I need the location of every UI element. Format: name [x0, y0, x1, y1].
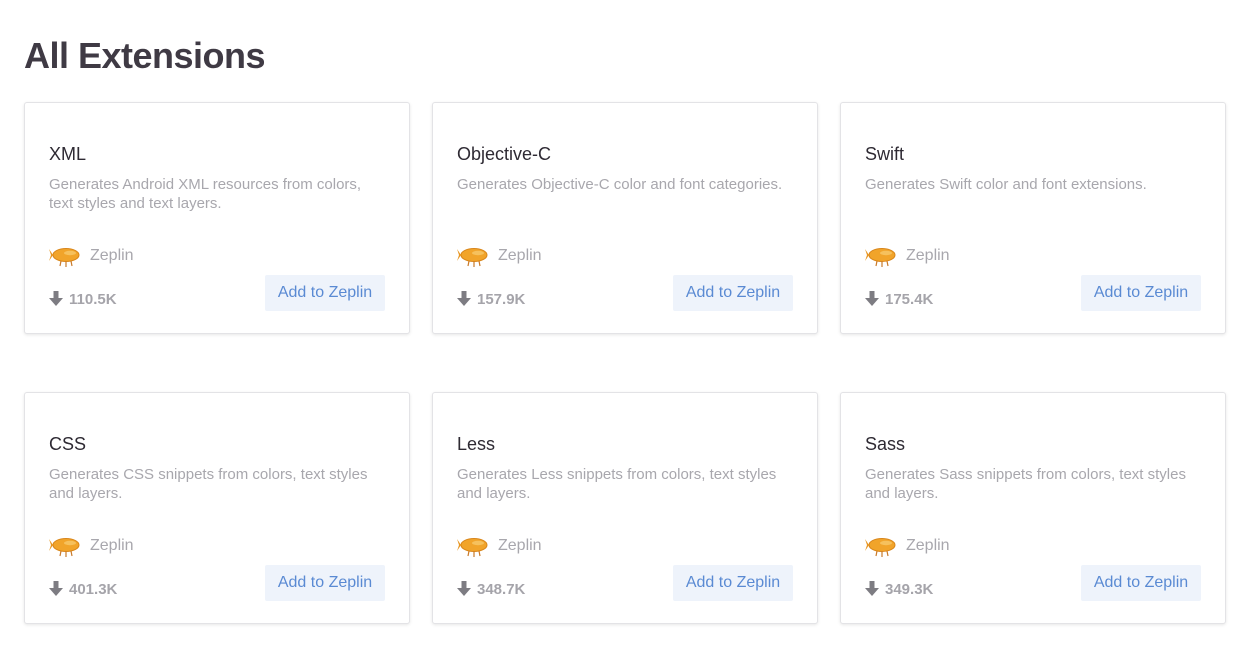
author-name: Zeplin	[498, 247, 542, 264]
add-to-zeplin-button[interactable]: Add to Zeplin	[673, 565, 793, 601]
extensions-grid: XML Generates Android XML resources from…	[24, 102, 1226, 624]
download-count-container: 175.4K	[865, 289, 933, 309]
page-title: All Extensions	[24, 35, 266, 76]
zeplin-blimp-icon	[457, 538, 488, 557]
extension-card-swift[interactable]: Swift Generates Swift color and font ext…	[840, 102, 1226, 334]
extension-author[interactable]: Zeplin	[49, 243, 134, 269]
download-arrow-icon	[865, 581, 879, 596]
author-name: Zeplin	[906, 247, 950, 264]
download-arrow-icon	[49, 291, 63, 306]
extension-name[interactable]: Objective-C	[457, 143, 551, 165]
extension-name[interactable]: Less	[457, 433, 495, 455]
download-count-container: 110.5K	[49, 289, 117, 309]
extension-author[interactable]: Zeplin	[865, 243, 950, 269]
download-count: 349.3K	[885, 580, 934, 598]
add-to-zeplin-button[interactable]: Add to Zeplin	[1081, 275, 1201, 311]
download-count: 401.3K	[69, 580, 118, 598]
download-arrow-icon	[49, 581, 63, 596]
extension-description: Generates Swift color and font extension…	[865, 176, 1147, 193]
extension-name[interactable]: Swift	[865, 143, 904, 165]
extension-name[interactable]: XML	[49, 143, 86, 165]
extension-name[interactable]: Sass	[865, 433, 905, 455]
download-count-container: 349.3K	[865, 579, 933, 599]
add-to-zeplin-button[interactable]: Add to Zeplin	[1081, 565, 1201, 601]
download-arrow-icon	[865, 291, 879, 306]
extension-author[interactable]: Zeplin	[457, 533, 542, 559]
extension-card-objective-c[interactable]: Objective-C Generates Objective-C color …	[432, 102, 818, 334]
extension-description: Generates CSS snippets from colors, text…	[49, 466, 368, 502]
extension-description: Generates Less snippets from colors, tex…	[457, 466, 777, 502]
zeplin-blimp-icon	[49, 248, 80, 267]
download-count: 110.5K	[69, 290, 117, 308]
download-count-container: 401.3K	[49, 579, 117, 599]
add-to-zeplin-button[interactable]: Add to Zeplin	[673, 275, 793, 311]
extension-author[interactable]: Zeplin	[457, 243, 542, 269]
extension-card-sass[interactable]: Sass Generates Sass snippets from colors…	[840, 392, 1226, 624]
download-count: 348.7K	[477, 580, 526, 598]
add-to-zeplin-button[interactable]: Add to Zeplin	[265, 275, 385, 311]
extension-description: Generates Android XML resources from col…	[49, 176, 362, 212]
extension-card-less[interactable]: Less Generates Less snippets from colors…	[432, 392, 818, 624]
download-count-container: 157.9K	[457, 289, 525, 309]
zeplin-blimp-icon	[865, 248, 896, 267]
add-to-zeplin-button[interactable]: Add to Zeplin	[265, 565, 385, 601]
extensions-page: All Extensions XML Generates Android XML…	[0, 0, 1251, 645]
author-name: Zeplin	[906, 537, 950, 554]
extension-card-css[interactable]: CSS Generates CSS snippets from colors, …	[24, 392, 410, 624]
download-count: 157.9K	[477, 290, 526, 308]
download-arrow-icon	[457, 581, 471, 596]
extension-card-xml[interactable]: XML Generates Android XML resources from…	[24, 102, 410, 334]
extension-description: Generates Objective-C color and font cat…	[457, 176, 783, 193]
extension-author[interactable]: Zeplin	[865, 533, 950, 559]
zeplin-blimp-icon	[457, 248, 488, 267]
author-name: Zeplin	[90, 247, 134, 264]
zeplin-blimp-icon	[49, 538, 80, 557]
zeplin-blimp-icon	[865, 538, 896, 557]
author-name: Zeplin	[498, 537, 542, 554]
extension-description: Generates Sass snippets from colors, tex…	[865, 466, 1186, 502]
author-name: Zeplin	[90, 537, 134, 554]
download-count: 175.4K	[885, 290, 934, 308]
extension-author[interactable]: Zeplin	[49, 533, 134, 559]
extension-name[interactable]: CSS	[49, 433, 86, 455]
download-arrow-icon	[457, 291, 471, 306]
download-count-container: 348.7K	[457, 579, 525, 599]
